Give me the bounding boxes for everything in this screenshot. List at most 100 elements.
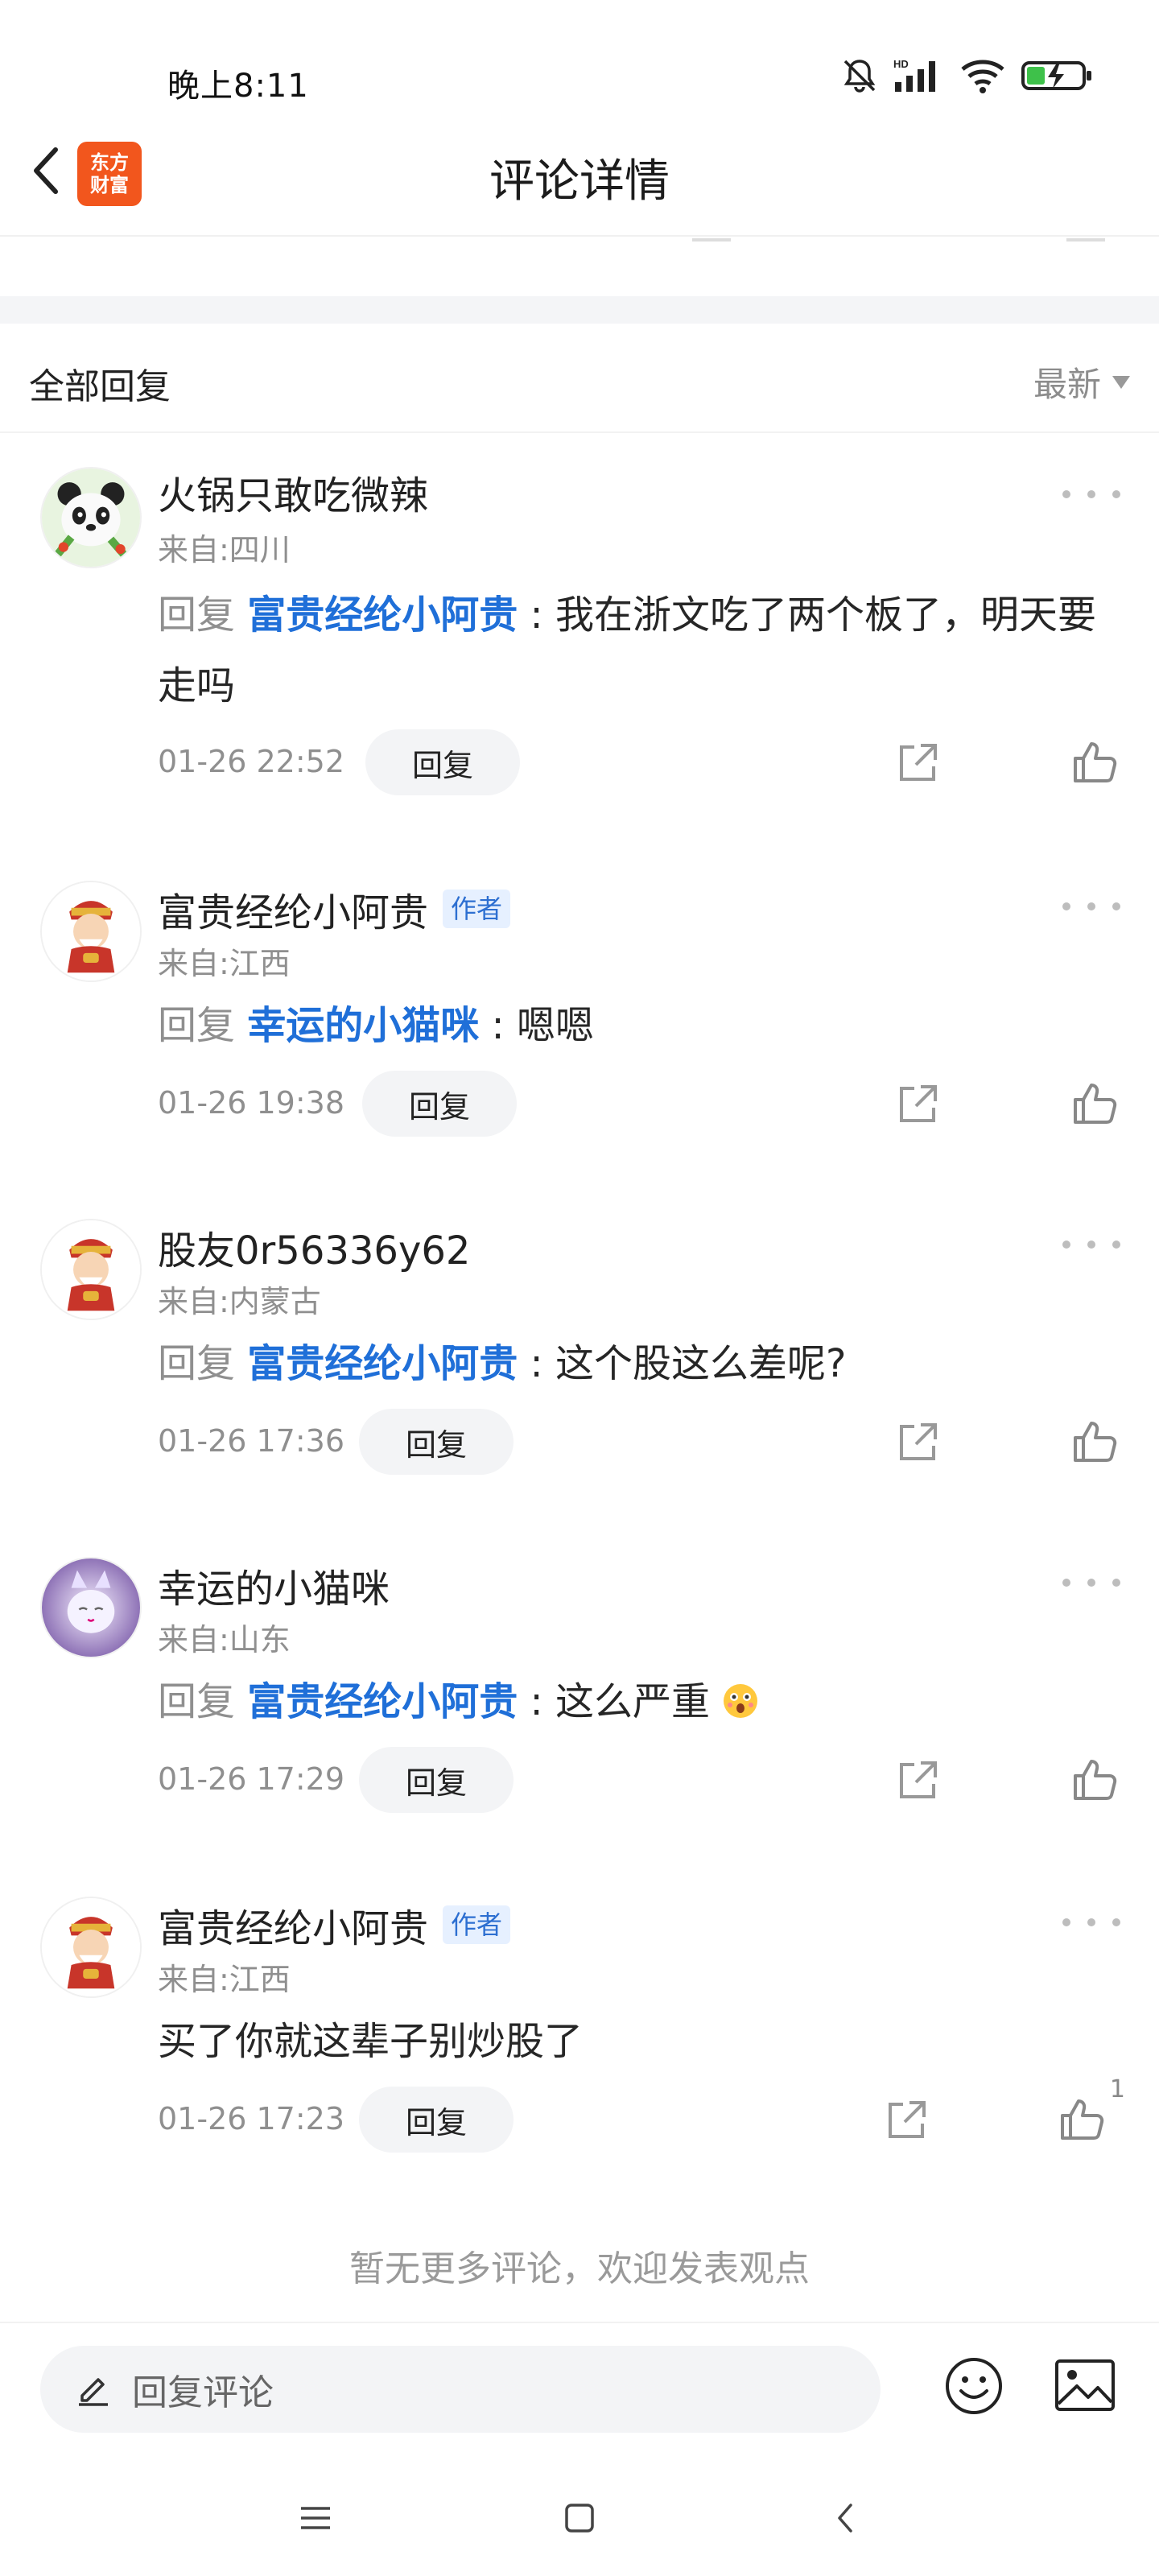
caret-down-icon [1112, 375, 1130, 389]
mention-link[interactable]: 富贵经纶小阿贵 [247, 1679, 518, 1724]
comment-text: 回复 幸运的小猫咪 : 嗯嗯 [158, 990, 1103, 1061]
like-icon[interactable] [1058, 2095, 1106, 2143]
reply-prefix: 回复 [158, 592, 236, 638]
status-icons: HD [840, 56, 1095, 95]
user-origin: 来自:江西 [158, 1962, 291, 1997]
comment-body: 嗯嗯 [516, 1003, 594, 1048]
emoji-icon[interactable] [943, 2355, 1004, 2417]
colon: : [518, 592, 555, 638]
comment-text: 回复 富贵经纶小阿贵 : 这么严重 [158, 1666, 1103, 1737]
colon: : [518, 1341, 555, 1386]
reply-button[interactable]: 回复 [359, 1747, 514, 1813]
more-options-button[interactable] [1062, 890, 1120, 923]
fortune-god-avatar-icon [42, 1898, 140, 1996]
mention-link[interactable]: 幸运的小猫咪 [247, 1003, 479, 1048]
username[interactable]: 富贵经纶小阿贵 [158, 1897, 428, 1953]
end-of-list-tip: 暂无更多评论，欢迎发表观点 [349, 2248, 810, 2289]
system-nav-bar [0, 2458, 1159, 2576]
name-row: 幸运的小猫咪 [158, 1557, 390, 1613]
home-square-icon [565, 2504, 594, 2533]
share-icon[interactable] [882, 2096, 930, 2145]
home-nav-button[interactable] [555, 2494, 604, 2542]
comment-time: 01-26 17:36 [158, 1423, 345, 1459]
comment-item: 火锅只敢吃微辣 来自:四川 回复 富贵经纶小阿贵 : 我在浙文吃了两个板了，明天… [0, 451, 1159, 821]
cat-avatar-icon [42, 1558, 140, 1657]
comment-time: 01-26 17:23 [158, 2101, 345, 2136]
username[interactable]: 火锅只敢吃微辣 [158, 464, 428, 520]
colon: : [479, 1003, 517, 1048]
comment-meta: 01-26 19:38 回复 [158, 1071, 1119, 1137]
reply-button[interactable]: 回复 [365, 729, 520, 795]
menu-icon [301, 2507, 330, 2529]
name-row: 股友0r56336y62 [158, 1219, 470, 1275]
comment-meta: 01-26 17:23 回复 1 [158, 2075, 1125, 2153]
comment-body: 这个股这么差呢? [555, 1341, 847, 1386]
reply-button[interactable]: 回复 [362, 1071, 517, 1137]
like-count: 1 [1109, 2075, 1125, 2103]
share-icon[interactable] [893, 1080, 942, 1129]
avatar[interactable] [40, 1557, 142, 1658]
reply-button[interactable]: 回复 [359, 1409, 514, 1475]
comment-meta: 01-26 22:52 回复 [158, 729, 1119, 795]
comment-item: 股友0r56336y62 来自:内蒙古 回复 富贵经纶小阿贵 : 这个股这么差呢… [0, 1208, 1159, 1497]
reply-prefix: 回复 [158, 1341, 236, 1386]
user-origin: 来自:山东 [158, 1622, 291, 1657]
comment-meta: 01-26 17:29 回复 [158, 1747, 1119, 1813]
section-title: 全部回复 [29, 366, 171, 407]
peek-divider [1066, 238, 1105, 242]
image-icon[interactable] [1054, 2359, 1116, 2412]
pencil-icon [79, 2378, 108, 2406]
share-icon[interactable] [893, 1757, 942, 1805]
avatar[interactable] [40, 881, 142, 982]
comment-item: 富贵经纶小阿贵 作者 来自:江西 回复 幸运的小猫咪 : 嗯嗯 01-26 19… [0, 869, 1159, 1159]
comment-time: 01-26 17:29 [158, 1761, 345, 1797]
status-time: 晚上8:11 [167, 68, 309, 105]
share-icon[interactable] [893, 739, 942, 787]
comment-item: 富贵经纶小阿贵 作者 来自:江西 买了你就这辈子别炒股了 01-26 17:23… [0, 1885, 1159, 2175]
back-nav-button[interactable] [821, 2494, 869, 2542]
fortune-god-avatar-icon [42, 1220, 140, 1319]
user-origin: 来自:四川 [158, 532, 291, 568]
menu-nav-button[interactable] [291, 2494, 340, 2542]
like-icon[interactable] [1070, 737, 1119, 786]
username[interactable]: 股友0r56336y62 [158, 1219, 470, 1275]
peek-divider [692, 238, 731, 242]
reply-button[interactable]: 回复 [359, 2087, 514, 2153]
user-origin: 来自:江西 [158, 946, 291, 981]
more-options-button[interactable] [1062, 1228, 1120, 1261]
username[interactable]: 富贵经纶小阿贵 [158, 881, 428, 937]
reply-input[interactable]: 回复评论 [40, 2346, 881, 2433]
more-options-button[interactable] [1062, 478, 1120, 510]
author-badge: 作者 [443, 1905, 511, 1944]
page-header: 东方 财富 评论详情 [0, 121, 1159, 237]
avatar[interactable] [40, 1219, 142, 1320]
user-origin: 来自:内蒙古 [158, 1284, 321, 1319]
like-icon[interactable] [1070, 1417, 1119, 1465]
like-icon[interactable] [1070, 1079, 1119, 1127]
reply-prefix: 回复 [158, 1679, 236, 1724]
mention-link[interactable]: 富贵经纶小阿贵 [247, 1341, 518, 1386]
comment-text: 回复 富贵经纶小阿贵 : 我在浙文吃了两个板了，明天要走吗 [158, 580, 1103, 721]
svg-text:HD: HD [893, 58, 909, 70]
mention-link[interactable]: 富贵经纶小阿贵 [247, 592, 518, 638]
comment-body: 买了你就这辈子别炒股了 [158, 2019, 584, 2064]
comment-body: 这么严重 [555, 1679, 710, 1724]
comment-item: 幸运的小猫咪 来自:山东 回复 富贵经纶小阿贵 : 这么严重 01-26 17:… [0, 1546, 1159, 1835]
username[interactable]: 幸运的小猫咪 [158, 1557, 390, 1613]
shocked-emoji-icon [724, 1684, 758, 1718]
name-row: 火锅只敢吃微辣 [158, 464, 428, 520]
like-icon[interactable] [1070, 1755, 1119, 1803]
replies-section-header: 全部回复 最新 [0, 325, 1159, 433]
avatar[interactable] [40, 1897, 142, 1998]
page-title: 评论详情 [489, 155, 670, 208]
avatar[interactable] [40, 467, 142, 568]
name-row: 富贵经纶小阿贵 作者 [158, 881, 511, 937]
more-options-button[interactable] [1062, 1906, 1120, 1938]
comment-time: 01-26 19:38 [158, 1085, 345, 1121]
reply-prefix: 回复 [158, 1003, 236, 1048]
share-icon[interactable] [893, 1418, 942, 1467]
more-options-button[interactable] [1062, 1567, 1120, 1599]
panda-avatar-icon [42, 469, 140, 567]
sort-dropdown[interactable]: 最新 [1033, 357, 1130, 407]
fortune-god-avatar-icon [42, 882, 140, 980]
